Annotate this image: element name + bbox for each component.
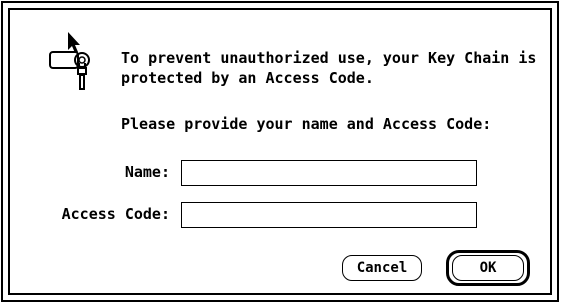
access-code-label: Access Code: (61, 205, 170, 223)
name-label: Name: (124, 163, 170, 181)
name-field[interactable] (181, 160, 477, 186)
cancel-button[interactable]: Cancel (342, 255, 422, 281)
dialog-prompt: Please provide your name and Access Code… (121, 115, 492, 133)
keychain-lock-icon (49, 32, 90, 90)
dialog-message: To prevent unauthorized use, your Key Ch… (121, 49, 537, 87)
ok-button[interactable]: OK (452, 255, 524, 281)
access-code-field[interactable] (181, 202, 477, 228)
access-code-dialog: To prevent unauthorized use, your Key Ch… (0, 0, 561, 305)
